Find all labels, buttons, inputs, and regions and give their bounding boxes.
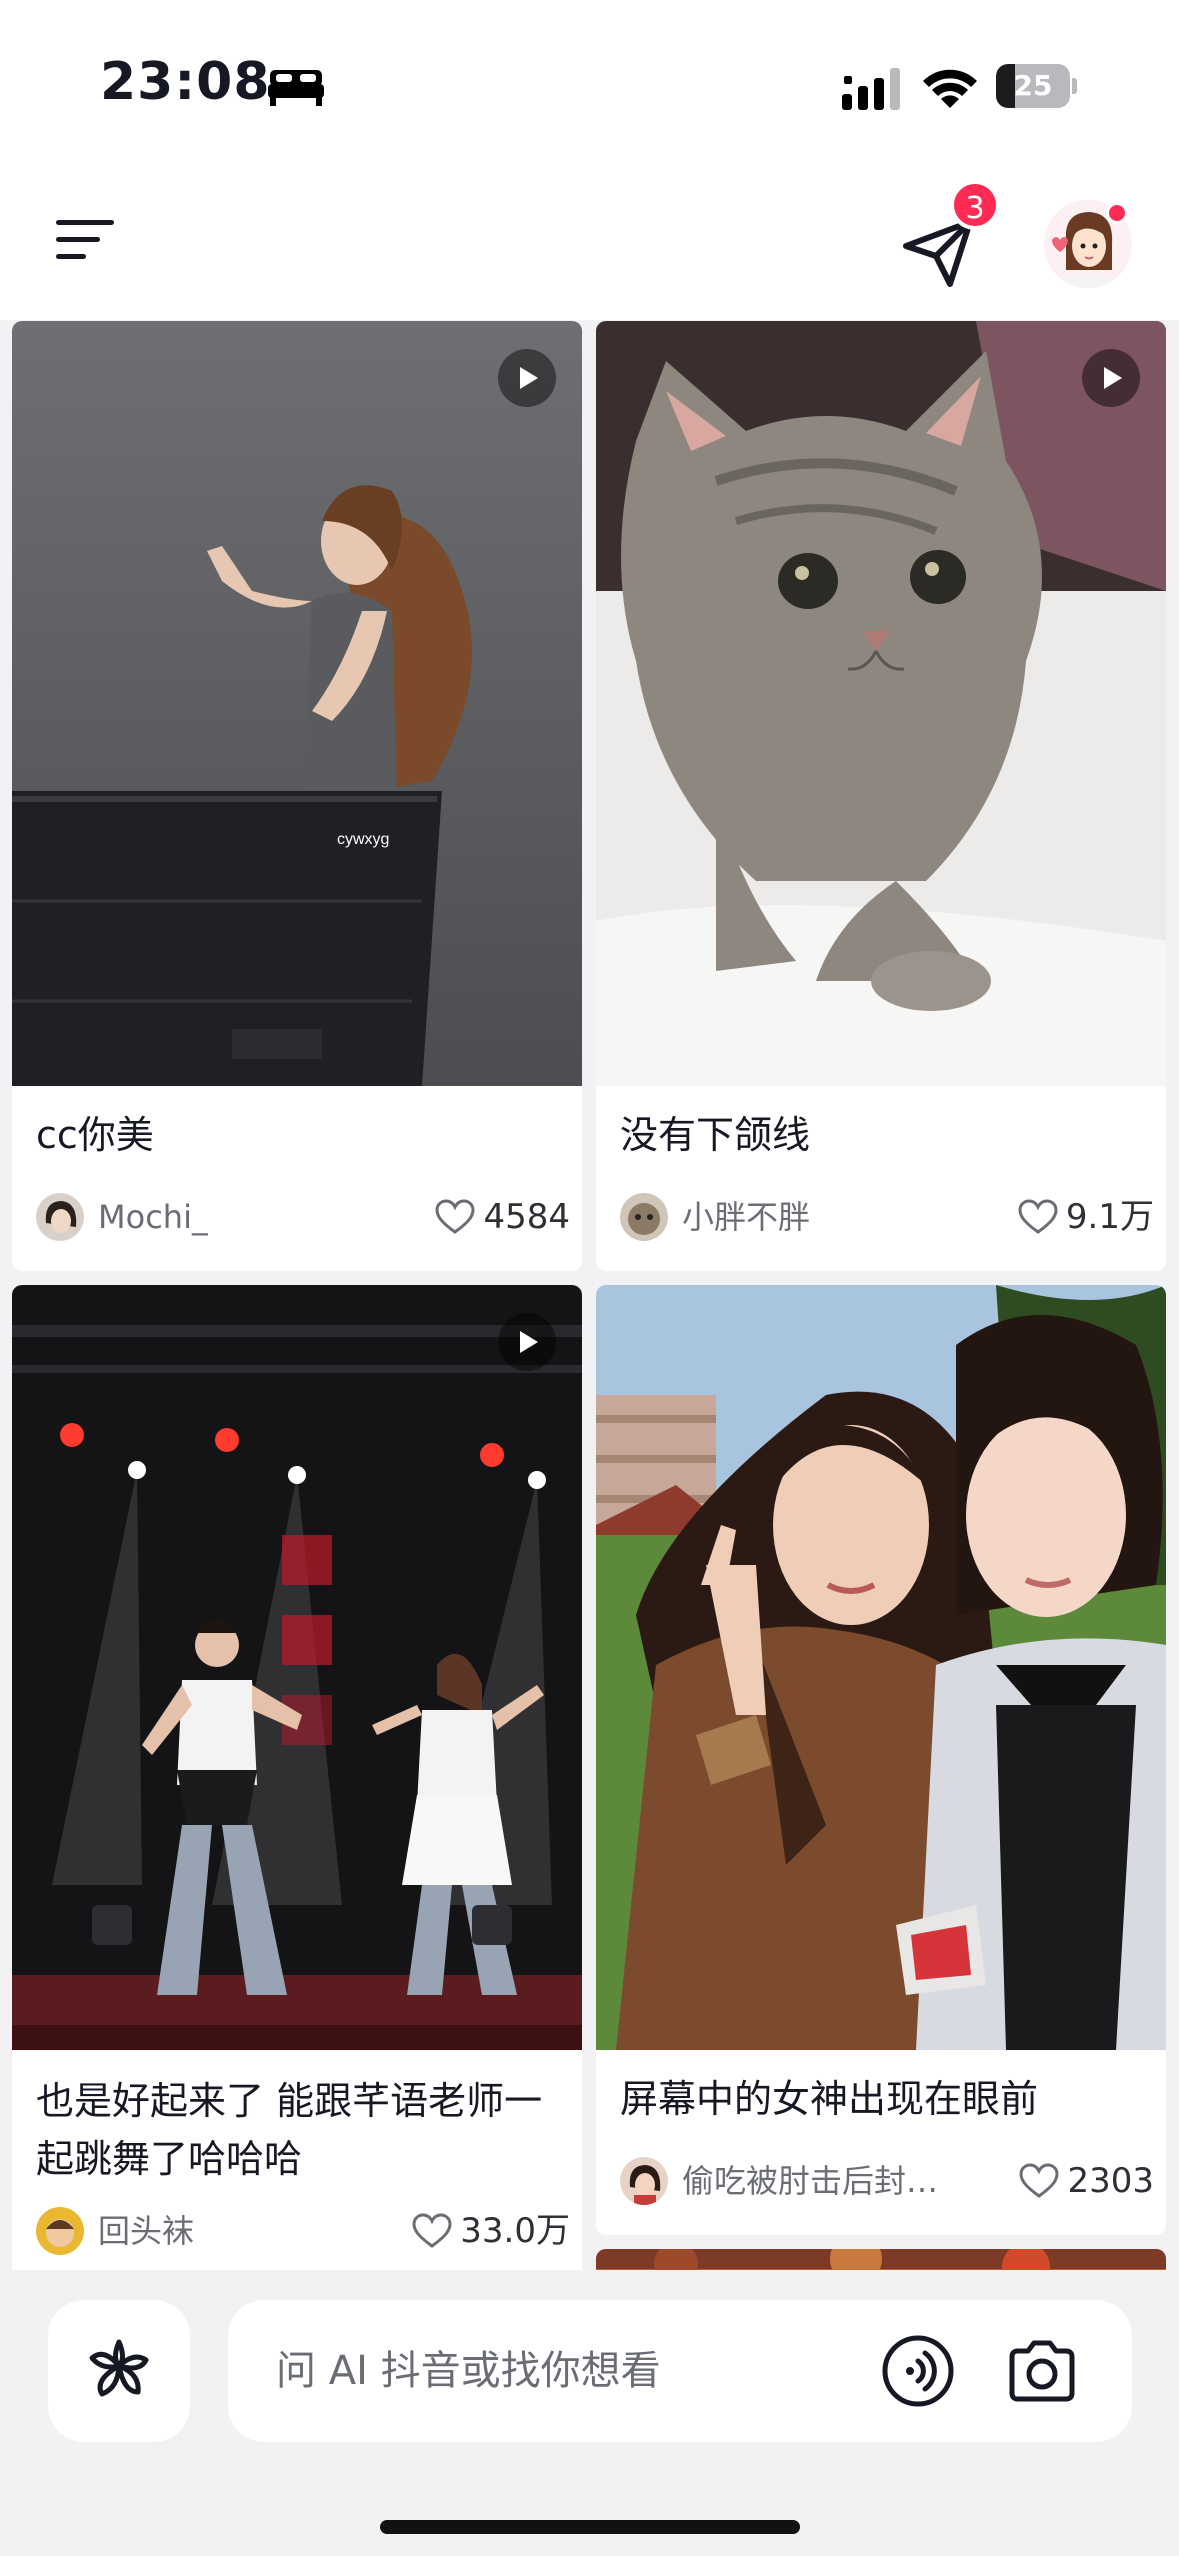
bed-icon	[268, 70, 324, 106]
camera-icon[interactable]	[1004, 2333, 1080, 2409]
heart-icon	[412, 2213, 452, 2248]
ai-search-input[interactable]: 问 AI 抖音或找你想看	[228, 2300, 1132, 2442]
sparkle-icon	[89, 2339, 149, 2397]
status-bar: 23:08 25	[0, 0, 1179, 150]
thumbnail-image: cywxyg	[12, 321, 582, 1086]
play-icon	[498, 349, 556, 407]
image-thumbnail[interactable]	[596, 1285, 1166, 2050]
feed-card[interactable]: 也是好起来了 能跟芊语老师一起跳舞了哈哈哈 回头袜 33.0万	[12, 1285, 582, 2270]
wifi-icon	[923, 69, 977, 108]
like-button[interactable]: 4584	[435, 1191, 570, 1243]
app-screen: 23:08 25 3 cywxyg cc你美 Mochi_ 4584 没有下颌线…	[0, 0, 1179, 2556]
watermark-text: cywxyg	[337, 831, 389, 848]
feed-card[interactable]	[596, 2249, 1166, 2270]
author-avatar[interactable]	[36, 2207, 84, 2255]
author-name[interactable]: 回头袜	[98, 2205, 194, 2257]
heart-icon	[435, 1199, 475, 1234]
battery-icon: 25	[996, 64, 1077, 108]
like-button[interactable]: 2303	[1019, 2155, 1154, 2207]
card-meta: 回头袜 33.0万	[36, 2205, 570, 2257]
play-icon	[1082, 349, 1140, 407]
feed-card[interactable]: 屏幕中的女神出现在眼前 偷吃被肘击后封… 2303	[596, 1285, 1166, 2235]
author-avatar[interactable]	[620, 2157, 668, 2205]
card-title[interactable]: 没有下颌线	[620, 1106, 1150, 1164]
feed-card[interactable]: cywxyg cc你美 Mochi_ 4584	[12, 321, 582, 1271]
card-meta: 偷吃被肘击后封… 2303	[620, 2155, 1154, 2207]
like-count: 4584	[483, 1197, 570, 1237]
author-name[interactable]: 偷吃被肘击后封…	[682, 2155, 938, 2207]
ai-search-placeholder: 问 AI 抖音或找你想看	[276, 2348, 661, 2394]
status-time: 23:08	[100, 52, 271, 112]
play-icon	[498, 1313, 556, 1371]
video-thumbnail[interactable]	[596, 321, 1166, 1086]
messages-badge: 3	[950, 180, 1000, 230]
top-header: 3	[0, 150, 1179, 320]
notification-dot	[1106, 202, 1128, 224]
like-button[interactable]: 9.1万	[1018, 1191, 1154, 1243]
card-meta: 小胖不胖 9.1万	[620, 1191, 1154, 1243]
heart-icon	[1019, 2163, 1059, 2198]
feed-card[interactable]: 没有下颌线 小胖不胖 9.1万	[596, 321, 1166, 1271]
author-name[interactable]: 小胖不胖	[682, 1191, 810, 1243]
thumbnail-image	[596, 2249, 1166, 2270]
bottom-bar: 问 AI 抖音或找你想看	[0, 2270, 1179, 2556]
card-title[interactable]: 也是好起来了 能跟芊语老师一起跳舞了哈哈哈	[36, 2072, 566, 2188]
like-count: 33.0万	[460, 2211, 570, 2251]
battery-level: 25	[1013, 69, 1053, 102]
author-avatar[interactable]	[620, 1193, 668, 1241]
voice-icon[interactable]	[880, 2333, 956, 2409]
home-indicator[interactable]	[380, 2520, 800, 2534]
menu-icon[interactable]	[54, 216, 118, 264]
video-thumbnail[interactable]	[12, 1285, 582, 2050]
card-meta: Mochi_ 4584	[36, 1191, 570, 1243]
ai-sparkle-button[interactable]	[48, 2300, 190, 2442]
thumbnail-image	[596, 1285, 1166, 2050]
like-button[interactable]: 33.0万	[412, 2205, 570, 2257]
author-name[interactable]: Mochi_	[98, 1191, 208, 1243]
thumbnail-image	[12, 1285, 582, 2050]
like-count: 9.1万	[1065, 1197, 1154, 1237]
video-feed[interactable]: cywxyg cc你美 Mochi_ 4584 没有下颌线 小胖不胖 9.1万 …	[0, 320, 1179, 2270]
author-avatar[interactable]	[36, 1193, 84, 1241]
video-thumbnail[interactable]: cywxyg	[12, 321, 582, 1086]
card-title[interactable]: 屏幕中的女神出现在眼前	[620, 2070, 1150, 2128]
signal-icon	[842, 68, 900, 110]
like-count: 2303	[1067, 2161, 1154, 2201]
card-title[interactable]: cc你美	[36, 1106, 566, 1164]
thumbnail-image	[596, 321, 1166, 1086]
heart-icon	[1018, 1199, 1058, 1234]
